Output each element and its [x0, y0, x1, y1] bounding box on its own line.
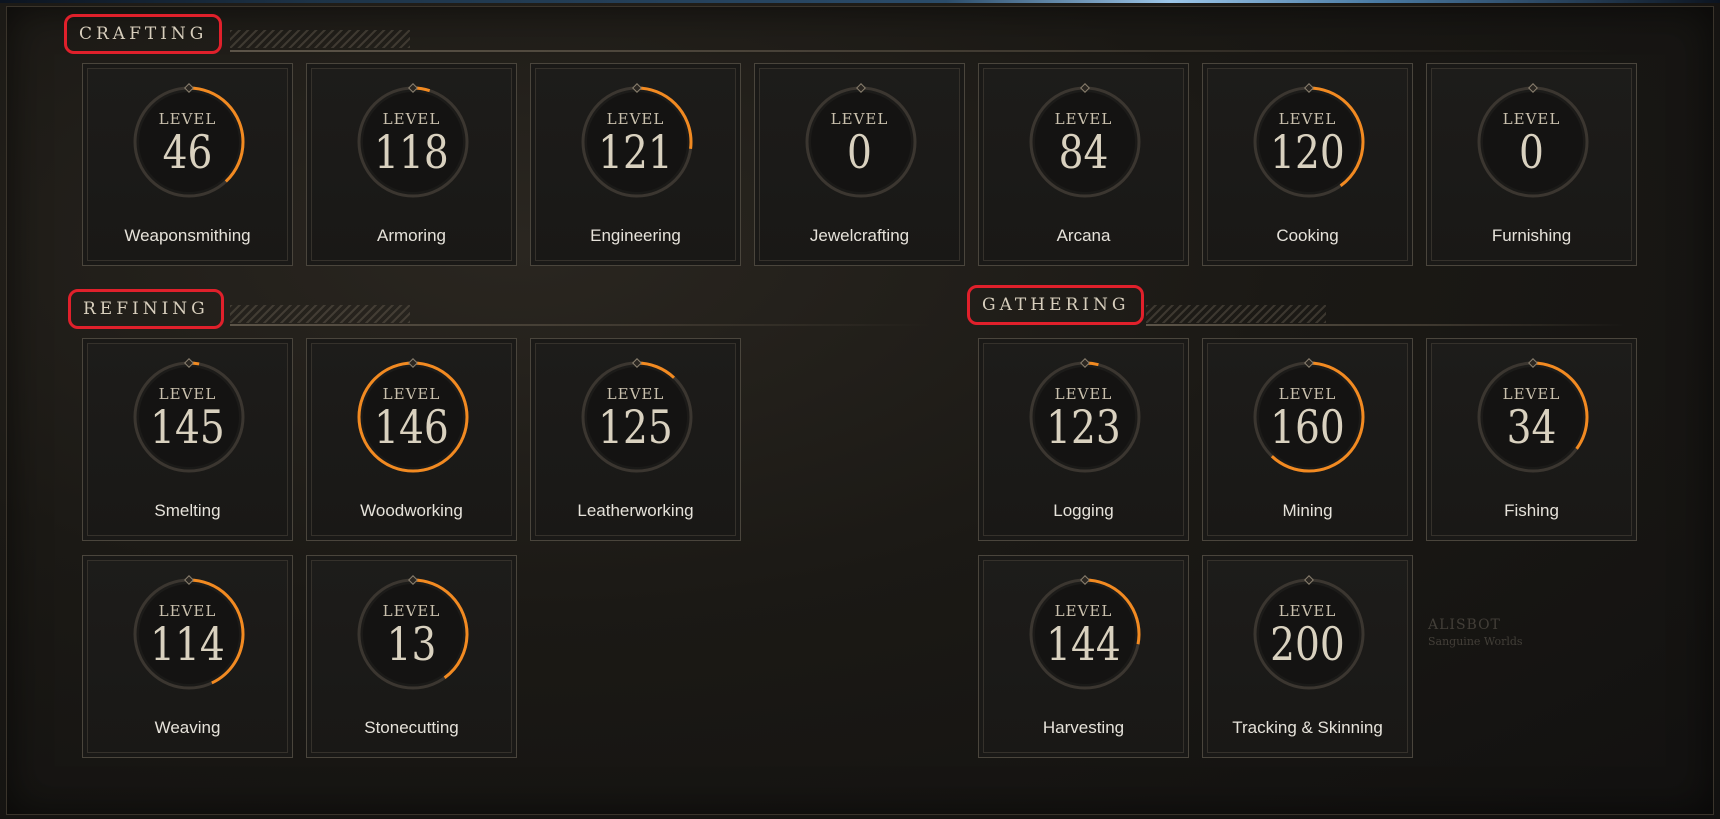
ring-top-marker	[184, 575, 194, 585]
level-value: 145	[150, 400, 225, 454]
ring-top-marker	[408, 83, 418, 93]
skill-card-furnishing[interactable]: LEVEL 0 Furnishing	[1426, 63, 1637, 266]
skill-card-arcana[interactable]: LEVEL 84 Arcana	[978, 63, 1189, 266]
crafting-skill-grid: LEVEL 46 Weaponsmithing LEVEL 118 Armoring LEV…	[82, 63, 1662, 266]
level-value: 46	[162, 125, 213, 179]
skill-card-cooking[interactable]: LEVEL 120 Cooking	[1202, 63, 1413, 266]
level-value: 0	[847, 125, 872, 179]
ring-top-marker	[632, 358, 642, 368]
skill-name: Tracking & Skinning	[1232, 718, 1383, 737]
skill-name: Weaving	[154, 718, 221, 737]
ring-top-marker	[1080, 358, 1090, 368]
skill-card-jewelcrafting[interactable]: LEVEL 0 Jewelcrafting	[754, 63, 965, 266]
skill-card-mining[interactable]: LEVEL 160 Mining	[1202, 338, 1413, 541]
section-hatch	[230, 30, 410, 48]
level-value: 0	[1519, 125, 1544, 179]
ring-top-marker	[1080, 575, 1090, 585]
skill-name: Logging	[1053, 501, 1114, 520]
gathering-skill-grid: LEVEL 123 Logging LEVEL 160 Mining LEVEL 34 Fish…	[978, 338, 1637, 758]
level-value: 144	[1046, 617, 1121, 671]
skill-card-weaving[interactable]: LEVEL 114 Weaving	[82, 555, 293, 758]
ring-top-marker	[408, 575, 418, 585]
skill-card-fishing[interactable]: LEVEL 34 Fishing	[1426, 338, 1637, 541]
level-value: 160	[1270, 400, 1345, 454]
ring-top-marker	[1528, 83, 1538, 93]
ring-top-marker	[1304, 358, 1314, 368]
skill-name: Leatherworking	[577, 501, 694, 520]
section-hatch	[230, 305, 410, 323]
ring-top-marker	[1304, 83, 1314, 93]
skill-card-woodworking[interactable]: LEVEL 146 Woodworking	[306, 338, 517, 541]
skill-name: Weaponsmithing	[124, 226, 251, 245]
ring-top-marker	[184, 83, 194, 93]
skill-card-logging[interactable]: LEVEL 123 Logging	[978, 338, 1189, 541]
level-value: 121	[598, 125, 673, 179]
skill-name: Harvesting	[1042, 718, 1125, 737]
ring-top-marker	[408, 358, 418, 368]
level-value: 120	[1270, 125, 1345, 179]
ring-top-marker	[1080, 83, 1090, 93]
ring-top-marker	[856, 83, 866, 93]
skill-card-weaponsmithing[interactable]: LEVEL 46 Weaponsmithing	[82, 63, 293, 266]
section-divider	[230, 324, 930, 326]
watermark: ALISBOT Sanguine Worlds	[1428, 617, 1523, 648]
section-divider	[1146, 324, 1626, 326]
section-title-gathering: GATHERING	[967, 285, 1145, 325]
skill-name: Woodworking	[360, 501, 463, 520]
skill-card-stonecutting[interactable]: LEVEL 13 Stonecutting	[306, 555, 517, 758]
skill-name: Stonecutting	[364, 718, 459, 737]
section-title-refining: REFINING	[68, 289, 224, 329]
skill-name: Jewelcrafting	[809, 226, 910, 245]
skill-card-armoring[interactable]: LEVEL 118 Armoring	[306, 63, 517, 266]
skill-card-tracking-skinning[interactable]: LEVEL 200 Tracking & Skinning	[1202, 555, 1413, 758]
skill-name: Armoring	[377, 226, 446, 245]
refining-skill-grid: LEVEL 145 Smelting LEVEL 146 Woodworking LEVEL…	[82, 338, 741, 758]
skill-name: Engineering	[590, 226, 681, 245]
skill-card-harvesting[interactable]: LEVEL 144 Harvesting	[978, 555, 1189, 758]
skill-name: Arcana	[1056, 226, 1111, 245]
ring-top-marker	[632, 83, 642, 93]
level-value: 114	[150, 617, 225, 671]
level-value: 146	[374, 400, 449, 454]
top-accent-bar	[0, 0, 1720, 3]
skill-name: Smelting	[154, 501, 221, 520]
skill-card-smelting[interactable]: LEVEL 145 Smelting	[82, 338, 293, 541]
watermark-subtitle: Sanguine Worlds	[1428, 635, 1523, 648]
ring-top-marker	[1304, 575, 1314, 585]
section-hatch	[1146, 305, 1326, 323]
level-value: 125	[598, 400, 673, 454]
ring-top-marker	[1528, 358, 1538, 368]
level-value: 200	[1270, 617, 1345, 671]
skill-name: Mining	[1282, 501, 1333, 520]
ring-top-marker	[184, 358, 194, 368]
level-value: 34	[1506, 400, 1557, 454]
skill-name: Cooking	[1276, 226, 1339, 245]
level-value: 118	[374, 125, 449, 179]
skill-card-leatherworking[interactable]: LEVEL 125 Leatherworking	[530, 338, 741, 541]
level-value: 84	[1058, 125, 1109, 179]
skill-name: Furnishing	[1491, 226, 1572, 245]
level-value: 123	[1046, 400, 1121, 454]
watermark-name: ALISBOT	[1428, 617, 1501, 633]
section-divider	[230, 50, 1620, 52]
level-value: 13	[386, 617, 437, 671]
skill-name: Fishing	[1504, 501, 1559, 520]
section-title-crafting: CRAFTING	[64, 14, 223, 54]
skill-card-engineering[interactable]: LEVEL 121 Engineering	[530, 63, 741, 266]
